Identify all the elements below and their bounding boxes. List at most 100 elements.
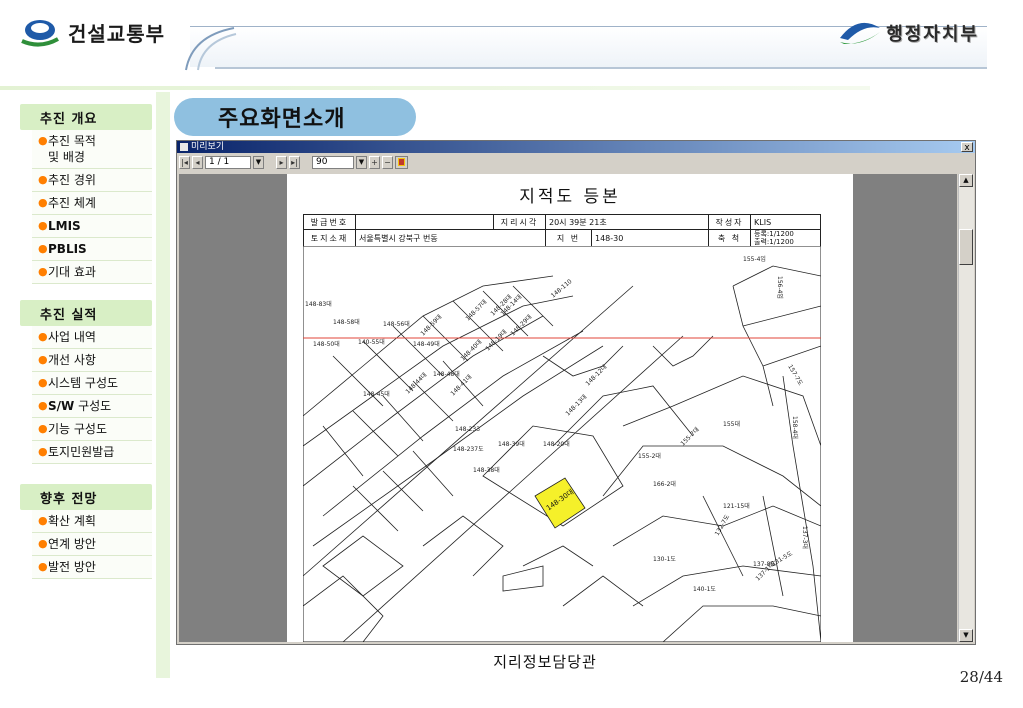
moct-logo-text: 건설교통부	[68, 22, 165, 46]
parcel-label: 148-83대	[305, 300, 332, 308]
last-page-button[interactable]: ▸|	[289, 155, 300, 169]
mogaha-logo-text: 행정자치부	[886, 24, 979, 45]
close-button[interactable]: x	[961, 142, 973, 153]
page-dropdown-icon[interactable]: ▼	[253, 155, 264, 169]
sidebar-item-system-diagram[interactable]: ● 시스템 구성도	[32, 372, 152, 395]
sidebar-list-overview: ● 추진 목적 및 배경 ● 추진 경위 ● 추진 체계 ● LMIS ● PB…	[32, 130, 152, 284]
sidebar-item-pblis[interactable]: ● PBLIS	[32, 238, 152, 261]
sidebar-item-label: S/W 구성도	[48, 399, 112, 413]
mogaha-emblem-icon	[840, 22, 881, 44]
sidebar-item-expansion[interactable]: ● 확산 계획	[32, 510, 152, 533]
page-number-field[interactable]: 1 / 1	[205, 155, 251, 169]
zoom-in-button[interactable]: +	[369, 155, 380, 169]
cell-value: KLIS	[750, 214, 821, 230]
sidebar-item-label: PBLIS	[48, 242, 87, 256]
sidebar-section-outlook[interactable]: 향후 전망	[20, 484, 152, 510]
parcel-label: 148-56대	[383, 320, 410, 328]
window-app-icon	[180, 143, 188, 151]
scroll-thumb[interactable]	[959, 229, 973, 265]
parcel-label: 166-2대	[653, 480, 676, 488]
sidebar-item-linkage[interactable]: ● 연계 방안	[32, 533, 152, 556]
parcel-label: 155-2대	[638, 452, 661, 460]
parcel-label: 155대	[723, 420, 740, 428]
sidebar-item-function-diagram[interactable]: ● 기능 구성도	[32, 418, 152, 441]
cell-value: 등록:1/1200 출력:1/1200	[750, 229, 821, 247]
zoom-field[interactable]: 90	[312, 155, 354, 169]
print-icon[interactable]	[395, 155, 408, 169]
scroll-down-button[interactable]: ▼	[959, 629, 973, 642]
moct-logo: 건설교통부	[20, 18, 165, 47]
parcel-label: 158-4대	[791, 416, 799, 439]
document-header-table: 발급번호 지리시각 20시 39분 21초 작성자 KLIS 토지소재 서울특별…	[303, 214, 821, 247]
bullet-icon: ●	[38, 265, 48, 278]
bullet-icon: ●	[38, 219, 48, 232]
parcel-label: 148-20대	[543, 440, 570, 448]
bullet-icon: ●	[38, 445, 48, 458]
cell-label: 토지소재	[303, 229, 356, 247]
preview-toolbar: |◂ ◂ 1 / 1 ▼ ▸ ▸| 90 ▼ + −	[177, 153, 975, 171]
bullet-icon: ●	[38, 242, 48, 255]
cadastral-map: 148-30대 148-83대148-58대 148-56대 148-59대148-…	[303, 246, 821, 642]
sidebar-section-overview[interactable]: 추진 개요	[20, 104, 152, 130]
sidebar-item-land-civil[interactable]: ● 토지민원발급	[32, 441, 152, 464]
parcel-label: 148-233	[455, 426, 480, 433]
preview-window-titlebar[interactable]: 미리보기 x	[177, 141, 975, 153]
bullet-icon: ●	[38, 134, 48, 147]
parcel-label: 155-4임	[743, 255, 766, 263]
cell-value: 서울특별시 강북구 번동	[355, 229, 546, 247]
bullet-icon: ●	[38, 514, 48, 527]
sidebar-section-results[interactable]: 추진 실적	[20, 300, 152, 326]
sidebar-item-label: 추진 목적 및 배경	[48, 134, 96, 164]
sidebar-item-label: 추진 경위	[48, 173, 96, 187]
document-title: 지적도 등본	[519, 187, 621, 207]
prev-page-button[interactable]: ◂	[192, 155, 203, 169]
bullet-icon: ●	[38, 399, 48, 412]
sidebar-item-label: LMIS	[48, 219, 81, 233]
left-accent-strip	[156, 92, 170, 678]
cell-label: 축 척	[708, 229, 751, 247]
sidebar-item-sw-diagram[interactable]: ● S/W 구성도	[32, 395, 152, 418]
sidebar-list-outlook: ● 확산 계획 ● 연계 방안 ● 발전 방안	[32, 510, 152, 579]
bullet-icon: ●	[38, 353, 48, 366]
sidebar-item-development[interactable]: ● 발전 방안	[32, 556, 152, 579]
cell-label: 발급번호	[303, 214, 356, 230]
sidebar-item-label: 기대 효과	[48, 265, 96, 279]
sidebar-item-lmis[interactable]: ● LMIS	[32, 215, 152, 238]
sidebar-item-purpose[interactable]: ● 추진 목적 및 배경	[32, 130, 152, 169]
sidebar-item-improvements[interactable]: ● 개선 사항	[32, 349, 152, 372]
bullet-icon: ●	[38, 537, 48, 550]
preview-canvas: 지적도 등본 발급번호 지리시각 20시 39분 21초 작성자 KLIS 토지…	[179, 174, 957, 642]
sidebar-item-label: 사업 내역	[48, 330, 96, 344]
first-page-button[interactable]: |◂	[179, 155, 190, 169]
cell-value	[355, 214, 494, 230]
parcel-label: 121-15대	[723, 502, 750, 510]
document-page: 지적도 등본 발급번호 지리시각 20시 39분 21초 작성자 KLIS 토지…	[287, 174, 853, 642]
zoom-out-button[interactable]: −	[382, 155, 393, 169]
scroll-up-button[interactable]: ▲	[959, 174, 973, 187]
sidebar-item-label: 개선 사항	[48, 353, 96, 367]
parcel-label: 156-4임	[776, 276, 784, 299]
sidebar-item-label: 토지민원발급	[48, 445, 115, 459]
mogaha-logo: 행정자치부	[836, 18, 979, 48]
header: 건설교통부 행정자치부	[0, 0, 1023, 80]
next-page-button[interactable]: ▸	[276, 155, 287, 169]
cell-label: 지리시각	[493, 214, 546, 230]
page-title: 주요화면소개	[174, 98, 416, 136]
sidebar-item-effects[interactable]: ● 기대 효과	[32, 261, 152, 284]
cell-label: 작성자	[708, 214, 751, 230]
bullet-icon: ●	[38, 173, 48, 186]
bullet-icon: ●	[38, 560, 48, 573]
vertical-scrollbar[interactable]: ▲ ▼	[958, 174, 974, 642]
parcel-label: 148-50대	[313, 340, 340, 348]
sidebar-item-history[interactable]: ● 추진 경위	[32, 169, 152, 192]
parcel-label: 148-237도	[453, 446, 484, 453]
sidebar-item-projects[interactable]: ● 사업 내역	[32, 326, 152, 349]
cell-value: 148-30	[591, 229, 709, 247]
zoom-dropdown-icon[interactable]: ▼	[356, 155, 367, 169]
parcel-label: 140-55대	[358, 338, 385, 346]
sidebar-item-label: 발전 방안	[48, 560, 96, 574]
preview-window-title: 미리보기	[191, 142, 225, 152]
parcel-label: 130-1도	[653, 556, 676, 563]
sidebar-item-structure[interactable]: ● 추진 체계	[32, 192, 152, 215]
bullet-icon: ●	[38, 330, 48, 343]
